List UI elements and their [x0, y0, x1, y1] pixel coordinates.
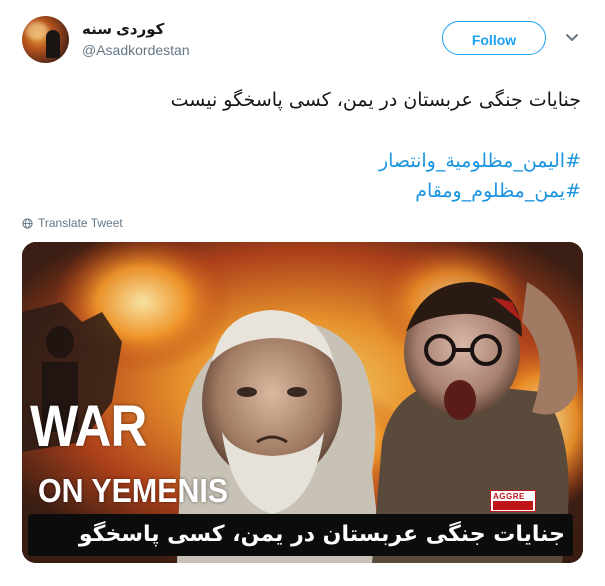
avatar[interactable]: [22, 16, 69, 63]
tweet: کوردی سنه @Asadkordestan Follow جنایات ج…: [0, 0, 605, 581]
avatar-smoke: [26, 22, 48, 40]
user-display-name[interactable]: کوردی سنه: [82, 20, 164, 38]
translate-tweet-link[interactable]: Translate Tweet: [22, 216, 123, 230]
user-handle[interactable]: @Asadkordestan: [82, 42, 190, 58]
avatar-figure: [46, 30, 60, 58]
logo-text: AGGRE: [493, 492, 525, 501]
follow-button[interactable]: Follow: [442, 21, 546, 55]
translate-label: Translate Tweet: [38, 216, 123, 230]
media-headline: WAR: [30, 394, 147, 459]
globe-icon: [22, 217, 33, 229]
tweet-text: جنایات جنگی عربستان در یمن، کسی پاسخگو ن…: [170, 89, 581, 111]
chevron-down-icon[interactable]: [565, 33, 579, 43]
logo-bar: [493, 501, 533, 510]
media-caption: جنایات جنگی عربستان در یمن، کسی پاسخگو ن…: [78, 522, 565, 581]
hashtag-link[interactable]: #یمن_مظلوم_ومقام: [21, 176, 581, 206]
media-subheadline: ON YEMENIS: [38, 472, 229, 509]
channel-logo: AGGRE: [490, 490, 536, 512]
hashtag-list: #الیمن_مظلومیة_وانتصار #یمن_مظلوم_ومقام: [21, 146, 581, 206]
hashtag-link[interactable]: #الیمن_مظلومیة_وانتصار: [21, 146, 581, 176]
